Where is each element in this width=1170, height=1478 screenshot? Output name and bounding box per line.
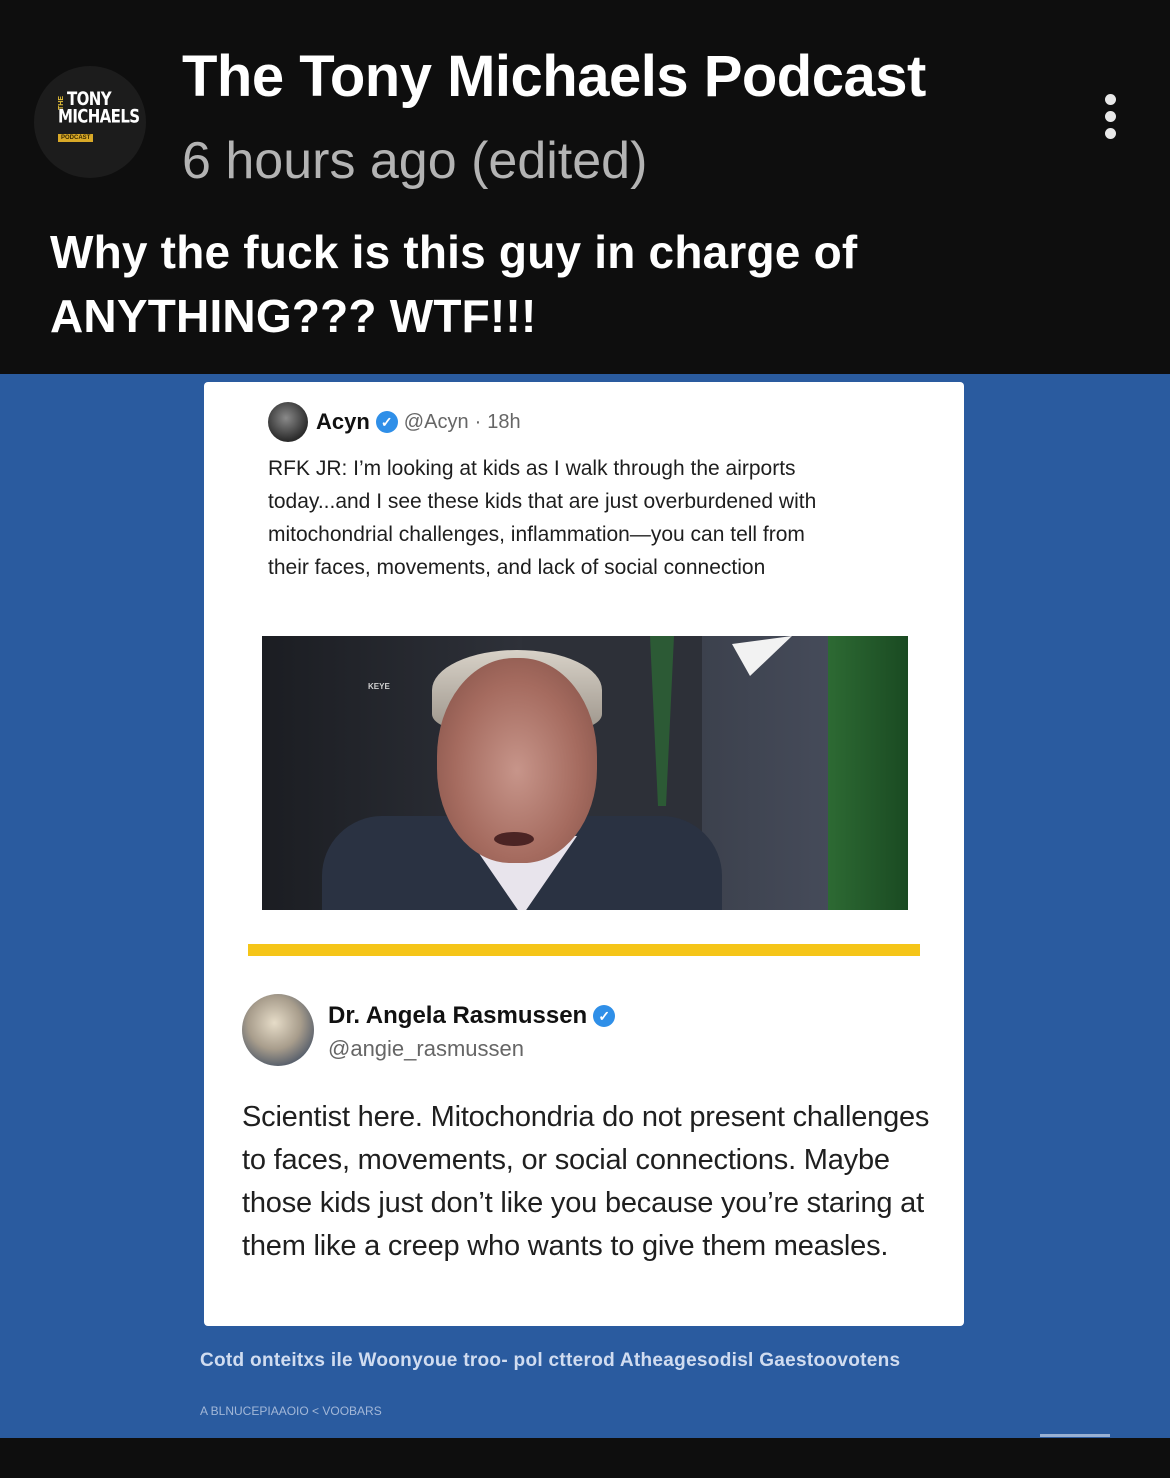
- post-timestamp: 6 hours ago (edited): [182, 132, 648, 190]
- screenshot-card: Acyn ✓ @Acyn · 18h RFK JR: I’m looking a…: [204, 382, 964, 1326]
- tweet-2-handle: @angie_rasmussen: [328, 1036, 524, 1061]
- image-caption-sub: A BLNUCEPIAAOIO < VOOBARS: [200, 1404, 382, 1418]
- post-image[interactable]: Acyn ✓ @Acyn · 18h RFK JR: I’m looking a…: [0, 374, 1170, 1438]
- tweet-1-text: RFK JR: I’m looking at kids as I walk th…: [268, 457, 817, 579]
- tweet-1-header: Acyn ✓ @Acyn · 18h: [316, 402, 521, 442]
- post-header: THE TONY MICHAELS PODCAST The Tony Micha…: [0, 0, 1170, 372]
- verified-check-icon: ✓: [593, 1005, 616, 1027]
- channel-avatar[interactable]: THE TONY MICHAELS PODCAST: [34, 66, 146, 178]
- verified-check-icon: ✓: [375, 411, 398, 433]
- tweet-1-handle: @Acyn: [403, 410, 469, 433]
- tweet-1-separator: ·: [474, 410, 482, 433]
- channel-name[interactable]: The Tony Michaels Podcast: [182, 42, 926, 112]
- tweet-2-author: Dr. Angela Rasmussen: [328, 1002, 588, 1029]
- image-caption: Cotd onteitxs ile Woonyoue troo- pol ctt…: [200, 1350, 901, 1371]
- acyn-avatar: [268, 402, 308, 442]
- tweet-1-author: Acyn: [316, 409, 370, 434]
- post-text: Why the fuck is this guy in charge of AN…: [50, 226, 858, 342]
- media-indicator: [1040, 1434, 1110, 1437]
- yellow-divider: [248, 944, 920, 956]
- tweet-2-author-row: Dr. Angela Rasmussen ✓: [328, 1000, 621, 1032]
- logo-line-2: MICHAELS: [58, 105, 140, 128]
- tweet-2-text: Scientist here. Mitochondria do not pres…: [242, 1101, 930, 1262]
- logo-wordmark: TONY MICHAELS: [58, 89, 140, 128]
- rasmussen-avatar: [242, 994, 314, 1066]
- microphone-tag: KEYE: [368, 682, 390, 691]
- tweet-1-time: 18h: [487, 410, 521, 433]
- logo-podcast-tag: PODCAST: [58, 134, 94, 142]
- more-options-icon[interactable]: [1096, 94, 1124, 146]
- rfk-photo: KEYE: [262, 636, 908, 910]
